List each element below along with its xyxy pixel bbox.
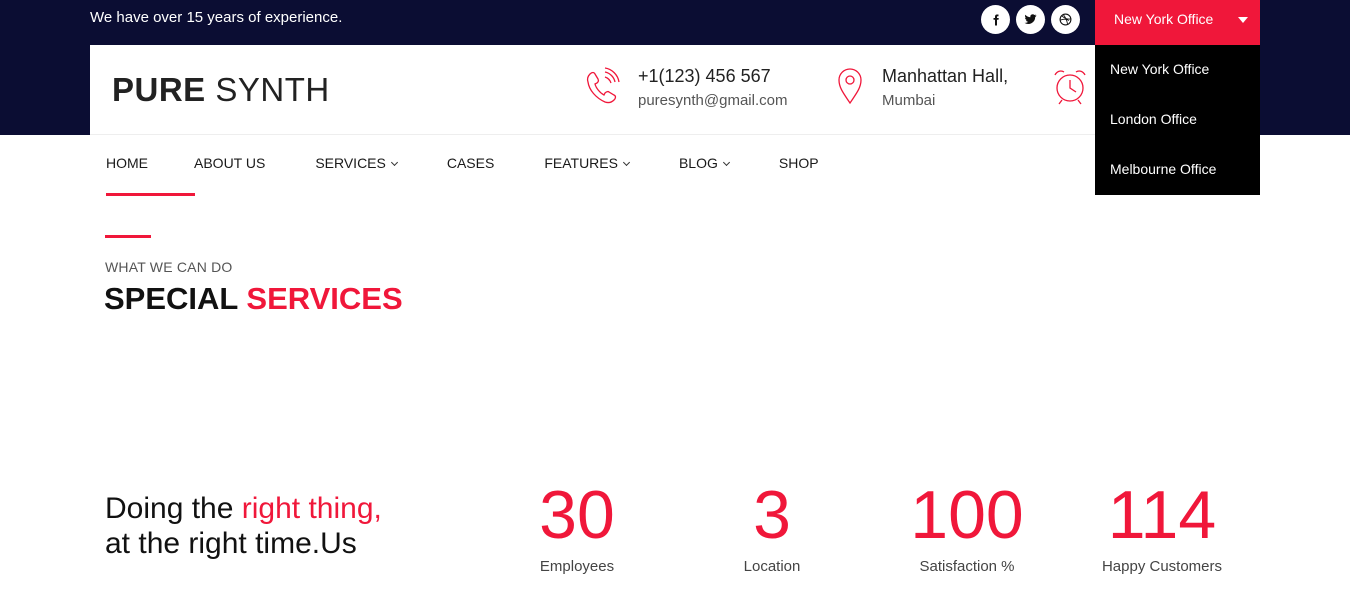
office-select[interactable]: New York Office xyxy=(1095,0,1260,45)
office-select-value: New York Office xyxy=(1114,11,1214,27)
nav-services-label: SERVICES xyxy=(315,155,386,171)
nav-features-label: FEATURES xyxy=(544,155,618,171)
alarm-clock-icon xyxy=(1052,67,1088,110)
location-pin-icon xyxy=(836,67,864,110)
logo-light: SYNTH xyxy=(205,71,330,108)
dribbble-link[interactable] xyxy=(1051,5,1080,34)
stat-label: Happy Customers xyxy=(1101,558,1223,575)
nav-cases-label: CASES xyxy=(446,155,495,171)
nav-services[interactable]: SERVICES xyxy=(315,136,398,196)
section-subtitle: WHAT WE CAN DO xyxy=(105,259,233,275)
twitter-icon xyxy=(1024,14,1037,24)
address-contact: Manhattan Hall, Mumbai xyxy=(836,66,1009,110)
section-accent-line xyxy=(105,235,151,238)
nav-features[interactable]: FEATURES xyxy=(544,136,631,196)
section-title: SPECIAL SERVICES xyxy=(104,281,403,317)
counter-tagline-line2: at the right time.Us xyxy=(105,527,357,560)
dribbble-icon xyxy=(1059,13,1072,26)
office-option-new-york[interactable]: New York Office xyxy=(1095,45,1260,95)
twitter-link[interactable] xyxy=(1016,5,1045,34)
stat-label: Satisfaction % xyxy=(919,558,1015,575)
counter-tagline-accent: right thing, xyxy=(241,492,382,525)
office-dropdown-menu: New York Office London Office Melbourne … xyxy=(1095,45,1260,195)
social-links xyxy=(981,5,1080,34)
facebook-icon xyxy=(993,14,999,25)
office-option-melbourne[interactable]: Melbourne Office xyxy=(1095,145,1260,195)
stat-satisfaction: 100 Satisfaction % xyxy=(887,478,1047,575)
stat-happy-customers: 114 Happy Customers xyxy=(1082,478,1242,575)
nav-home[interactable]: HOME xyxy=(106,136,148,196)
section-title-accent: SERVICES xyxy=(246,281,403,316)
nav-about-us-label: ABOUT US xyxy=(194,155,266,171)
nav-blog[interactable]: BLOG xyxy=(678,136,730,196)
logo[interactable]: PURE SYNTH xyxy=(112,73,330,106)
phone-icon xyxy=(584,67,620,110)
experience-tagline: We have over 15 years of experience. xyxy=(90,9,343,26)
stat-label: Location xyxy=(743,558,801,575)
nav-shop[interactable]: SHOP xyxy=(779,136,819,196)
nav-about-us[interactable]: ABOUT US xyxy=(194,136,265,196)
stat-value: 30 xyxy=(539,477,615,553)
stat-value: 100 xyxy=(910,477,1024,553)
stat-location: 3 Location xyxy=(712,478,832,575)
caret-down-icon xyxy=(1238,17,1248,23)
email-address[interactable]: puresynth@gmail.com xyxy=(638,92,787,109)
main-nav: HOME ABOUT US SERVICES CASES FEATURES BL… xyxy=(90,136,819,196)
nav-home-label: HOME xyxy=(106,155,148,171)
chevron-down-icon xyxy=(622,158,631,167)
logo-bold: PURE xyxy=(112,71,206,108)
nav-cases[interactable]: CASES xyxy=(447,136,494,196)
nav-blog-label: BLOG xyxy=(678,155,718,171)
counter-tagline: Doing the right thing, at the right time… xyxy=(105,491,382,561)
nav-shop-label: SHOP xyxy=(778,155,819,171)
stat-value: 114 xyxy=(1107,477,1217,553)
chevron-down-icon xyxy=(390,158,398,167)
phone-contact: +1(123) 456 567 puresynth@gmail.com xyxy=(584,66,787,110)
stat-label: Employees xyxy=(539,558,615,575)
address-line2: Mumbai xyxy=(882,91,936,109)
stat-value: 3 xyxy=(753,477,791,553)
stat-employees: 30 Employees xyxy=(517,478,637,575)
section-title-main: SPECIAL xyxy=(104,281,247,316)
phone-number[interactable]: +1(123) 456 567 xyxy=(638,66,787,87)
chevron-down-icon xyxy=(722,158,730,167)
facebook-link[interactable] xyxy=(981,5,1010,34)
header-box: PURE SYNTH +1(123) 456 567 puresynth@gma… xyxy=(90,45,1260,135)
address-line1: Manhattan Hall, xyxy=(882,66,1009,86)
nav-active-indicator xyxy=(106,193,195,196)
office-option-london[interactable]: London Office xyxy=(1095,95,1260,145)
counter-tagline-main: Doing the xyxy=(105,492,242,525)
